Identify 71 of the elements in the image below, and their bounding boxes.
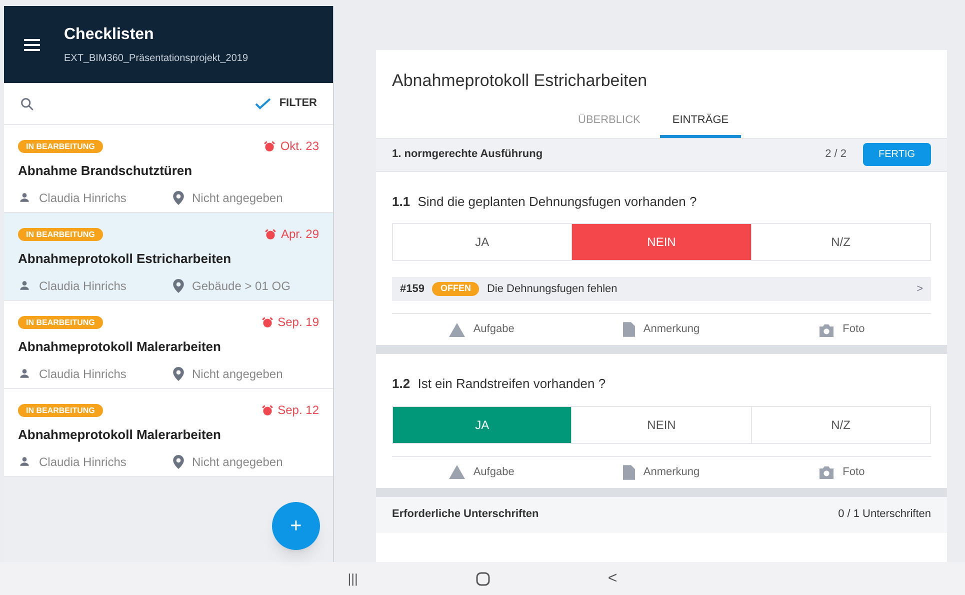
recent-apps-button[interactable]: |||: [348, 568, 358, 588]
action-button[interactable]: Aufgabe: [392, 321, 572, 338]
warning-triangle-icon: [449, 322, 466, 336]
search-icon[interactable]: [20, 96, 34, 110]
due-date: Okt. 23: [280, 138, 319, 155]
alarm-clock-icon: [260, 404, 274, 416]
action-button[interactable]: Aufgabe: [392, 464, 572, 480]
checklist-item[interactable]: IN BEARBEITUNG Okt. 23 Abnahme Brandschutztüren Claudia Hinrichs Nicht angegeben: [4, 125, 333, 213]
location: Gebäude > 01 OG: [192, 278, 290, 294]
person-icon: [18, 367, 31, 380]
person-icon: [18, 455, 31, 468]
filter-button[interactable]: FILTER: [255, 95, 317, 112]
checklist-title: Abnahmeprotokoll Estricharbeiten: [18, 250, 232, 268]
checklist-title: Abnahme Brandschutztüren: [18, 162, 194, 180]
header-title: Checklisten: [64, 25, 155, 45]
location: Nicht angegeben: [192, 190, 283, 206]
question-text: 1.2 Ist ein Randstreifen vorhanden ?: [392, 375, 607, 393]
location-pin-icon: [173, 366, 184, 380]
checklist-item[interactable]: IN BEARBEITUNG Sep. 12 Abnahmeprotokoll Malerarbeiten Claudia Hinrichs Nicht angegeben: [4, 389, 333, 477]
chevron: >: [916, 282, 923, 297]
checkmark-icon: [255, 98, 272, 110]
due-date: Sep. 12: [278, 402, 319, 419]
status-badge: IN BEARBEITUNG: [18, 404, 103, 416]
action-button[interactable]: Foto: [751, 321, 932, 338]
answer-option[interactable]: JA: [393, 406, 572, 442]
person-icon: [18, 191, 31, 204]
checklist-item[interactable]: IN BEARBEITUNG Sep. 19 Abnahmeprotokoll Malerarbeiten Claudia Hinrichs Nicht angegeben: [4, 301, 333, 389]
status-badge: IN BEARBEITUNG: [18, 140, 103, 152]
signatures-label: Erforderliche Unterschriften: [392, 507, 539, 522]
section-title: 1. normgerechte Ausführung: [392, 147, 544, 162]
location: Nicht angegeben: [192, 366, 283, 382]
assignee: Claudia Hinrichs: [39, 278, 126, 294]
due-date: Apr. 29: [280, 226, 319, 243]
assignee: Claudia Hinrichs: [39, 190, 126, 206]
location-pin-icon: [173, 454, 184, 468]
issue-id: #159: [400, 282, 424, 297]
document-icon: [623, 464, 636, 480]
location-pin-icon: [173, 278, 184, 292]
action-button[interactable]: Anmerkung: [572, 464, 752, 480]
camera-icon: [818, 465, 835, 479]
checklist-title: Abnahmeprotokoll Malerarbeiten: [18, 338, 222, 356]
alarm-clock-icon: [260, 316, 274, 328]
camera-icon: [818, 322, 835, 336]
issue-row[interactable]: #159 OFFEN Die Dehnungsfugen fehlen >: [392, 277, 931, 301]
signatures-count: 0 / 1 Unterschriften: [838, 507, 931, 522]
due-date: Sep. 19: [278, 314, 319, 331]
action-button[interactable]: Foto: [751, 464, 932, 480]
status-badge: OFFEN: [432, 282, 479, 296]
issue-text: Die Dehnungsfugen fehlen: [486, 282, 618, 297]
back-button[interactable]: <: [608, 566, 618, 590]
document-icon: [623, 322, 636, 337]
assignee: Claudia Hinrichs: [39, 454, 126, 470]
warning-triangle-icon: [449, 465, 466, 479]
checklist-heading: Abnahmeprotokoll Estricharbeiten: [391, 70, 648, 92]
signatures-row[interactable]: Erforderliche Unterschriften 0 / 1 Unterschriften: [376, 496, 947, 532]
project-name: EXT_BIM360_Präsentationsprojekt_2019: [64, 52, 248, 66]
checklist-item[interactable]: IN BEARBEITUNG Apr. 29 Abnahmeprotokoll Estricharbeiten Claudia Hinrichs Gebäude > 01 OG: [4, 213, 333, 301]
status-badge: IN BEARBEITUNG: [18, 228, 103, 240]
alarm-clock-icon: [264, 228, 277, 240]
action-button[interactable]: Anmerkung: [572, 321, 752, 338]
person-icon: [18, 279, 31, 292]
home-icon[interactable]: [476, 572, 490, 586]
status-badge: IN BEARBEITUNG: [18, 316, 103, 328]
menu-icon[interactable]: [24, 38, 40, 50]
checklist-title: Abnahmeprotokoll Malerarbeiten: [18, 426, 222, 444]
answer-option[interactable]: NEIN: [571, 224, 751, 260]
assignee: Claudia Hinrichs: [39, 366, 126, 382]
location: Nicht angegeben: [192, 454, 283, 470]
question-text: 1.1 Sind die geplanten Dehnungsfugen vorhanden ?: [392, 192, 698, 211]
location-pin-icon: [173, 190, 184, 204]
alarm-clock-icon: [263, 140, 276, 152]
